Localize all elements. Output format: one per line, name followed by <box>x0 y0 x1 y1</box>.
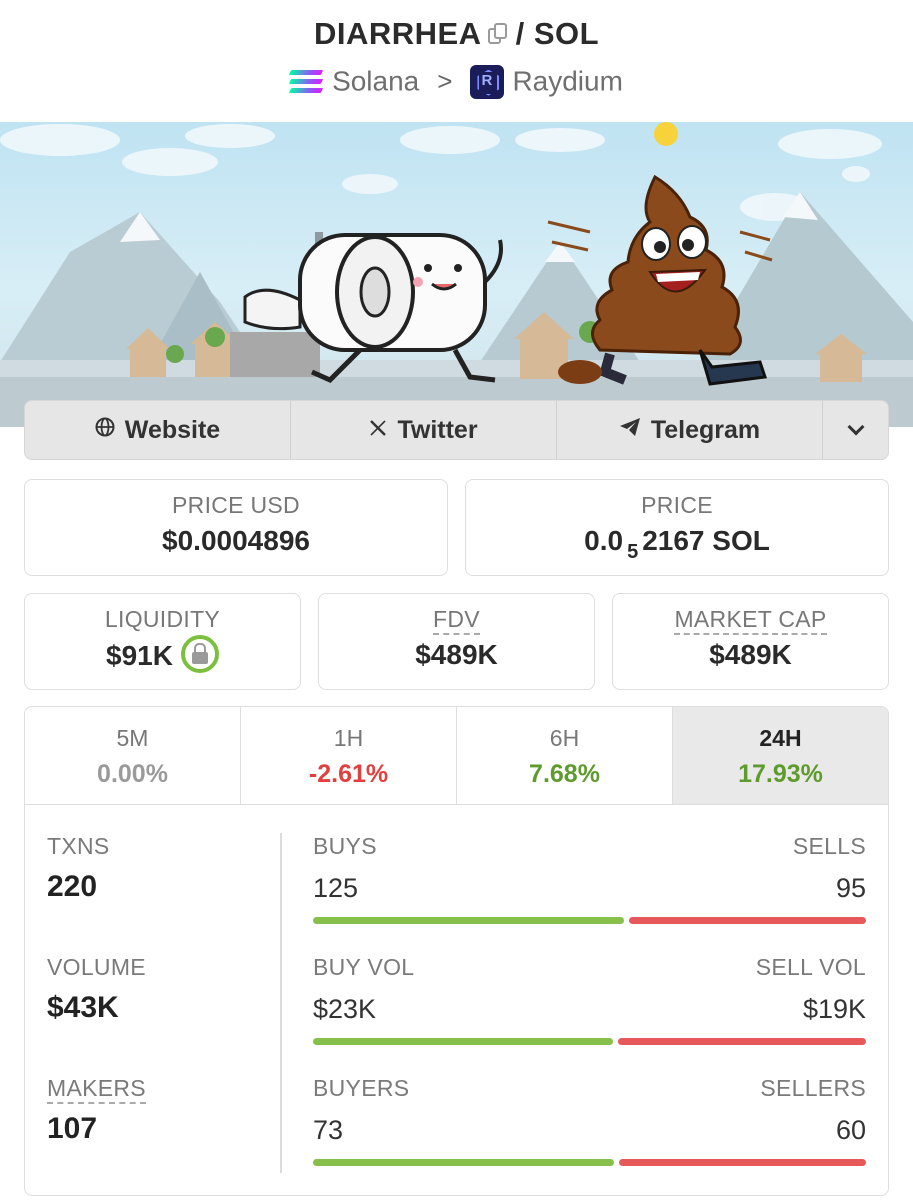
banner-illustration <box>0 122 913 427</box>
tab-5m[interactable]: 5M 0.00% <box>25 707 241 804</box>
telegram-label: Telegram <box>650 415 761 444</box>
volume-split-row: BUY VOL SELL VOL $23K $19K <box>313 954 866 1075</box>
sell-vol-value: $19K <box>802 994 866 1024</box>
timeframe-tabs: 5M 0.00% 1H -2.61% 6H 7.68% 24H 17.93% <box>25 707 888 805</box>
pair-title: DIARRHEA / SOL <box>0 16 913 52</box>
price-usd-card: PRICE USD $0.0004896 <box>24 479 448 576</box>
volume-ratio-bar <box>313 1038 866 1045</box>
chain-name[interactable]: Solana <box>332 66 419 97</box>
sells-label: SELLS <box>792 833 866 859</box>
trading-stats-panel: 5M 0.00% 1H -2.61% 6H 7.68% 24H 17.93% T… <box>24 706 889 1196</box>
volume-value: $43K <box>47 991 119 1024</box>
chevron-down-icon <box>847 418 864 436</box>
buys-bar <box>313 917 624 924</box>
volume-label: VOLUME <box>47 954 146 980</box>
token-symbol: DIARRHEA <box>313 16 482 51</box>
buy-vol-bar <box>313 1038 613 1045</box>
copy-icon[interactable] <box>487 23 508 45</box>
sellers-value: 60 <box>835 1115 866 1145</box>
tab-1h-change: -2.61% <box>308 760 389 788</box>
price-native-card: PRICE 0.0 5 2167 SOL <box>465 479 889 576</box>
fdv-value: $489K <box>415 639 498 670</box>
sellers-label: SELLERS <box>760 1075 866 1101</box>
breakdown-column: BUYS SELLS 125 95 BUY VOL SELL VOL $23K … <box>313 833 866 1195</box>
fdv-card: FDV $489K <box>318 593 595 690</box>
liquidity-label: LIQUIDITY <box>104 606 221 632</box>
twitter-label: Twitter <box>397 415 478 444</box>
buyers-label: BUYERS <box>313 1075 410 1101</box>
social-links-bar: Website Twitter Telegram <box>24 400 889 460</box>
makers-ratio-bar <box>313 1159 866 1166</box>
txns-label: TXNS <box>47 833 110 859</box>
fdv-label[interactable]: FDV <box>433 606 480 635</box>
twitter-button[interactable]: Twitter <box>291 401 557 459</box>
txns-metric: TXNS 220 <box>47 833 277 954</box>
makers-value: 107 <box>47 1112 98 1145</box>
raydium-logo-icon <box>470 64 505 99</box>
txns-value: 220 <box>47 870 98 903</box>
tab-6h-change: 7.68% <box>529 760 600 788</box>
token-banner-image <box>0 122 913 427</box>
dex-name[interactable]: Raydium <box>512 66 622 97</box>
buys-sells-ratio-bar <box>313 917 866 924</box>
makers-metric: MAKERS 107 <box>47 1075 277 1195</box>
sells-bar <box>629 917 866 924</box>
sells-value: 95 <box>835 873 866 903</box>
makers-label[interactable]: MAKERS <box>47 1075 146 1104</box>
pair-header: DIARRHEA / SOL Solana > Raydium <box>0 0 913 122</box>
tab-6h[interactable]: 6H 7.68% <box>457 707 673 804</box>
website-label: Website <box>124 415 221 444</box>
tab-5m-label: 5M <box>116 725 149 751</box>
totals-column: TXNS 220 VOLUME $43K MAKERS 107 <box>47 833 277 1195</box>
buys-sells-row: BUYS SELLS 125 95 <box>313 833 866 954</box>
price-native-digits: 2167 SOL <box>642 525 770 556</box>
buys-label: BUYS <box>313 833 377 859</box>
lock-icon[interactable] <box>180 635 219 673</box>
price-native-label: PRICE <box>641 492 713 518</box>
buy-vol-label: BUY VOL <box>313 954 415 980</box>
globe-icon <box>95 417 115 443</box>
telegram-plane-icon <box>619 417 641 443</box>
tab-5m-change: 0.00% <box>97 760 168 788</box>
tab-24h-label: 24H <box>759 725 802 751</box>
chevron-right-icon: > <box>437 66 453 97</box>
price-native-prefix: 0.0 <box>584 525 624 556</box>
pair-separator: / <box>515 16 525 51</box>
tab-24h[interactable]: 24H 17.93% <box>673 707 888 804</box>
liquidity-value: $91K <box>106 640 173 671</box>
solana-logo-icon <box>288 69 324 94</box>
price-native-zero-count: 5 <box>627 541 639 563</box>
buys-value: 125 <box>313 873 359 903</box>
price-native-value: 0.0 5 2167 SOL <box>466 525 888 563</box>
sellers-bar <box>619 1159 866 1166</box>
more-links-button[interactable] <box>823 401 888 459</box>
buyers-bar <box>313 1159 614 1166</box>
chain-breadcrumb: Solana > Raydium <box>0 64 913 99</box>
buyers-value: 73 <box>313 1115 344 1145</box>
tab-1h[interactable]: 1H -2.61% <box>241 707 457 804</box>
telegram-button[interactable]: Telegram <box>557 401 823 459</box>
tab-24h-change: 17.93% <box>738 760 823 788</box>
liquidity-card: LIQUIDITY $91K <box>24 593 301 690</box>
market-cap-value: $489K <box>709 639 792 670</box>
sell-vol-bar <box>618 1038 866 1045</box>
quote-symbol: SOL <box>533 16 600 51</box>
liquidity-value-row: $91K <box>25 635 300 673</box>
tab-1h-label: 1H <box>333 725 364 751</box>
column-divider <box>280 833 282 1173</box>
price-usd-label: PRICE USD <box>172 492 300 518</box>
makers-split-row: BUYERS SELLERS 73 60 <box>313 1075 866 1195</box>
tab-6h-label: 6H <box>549 725 580 751</box>
buy-vol-value: $23K <box>313 994 377 1024</box>
price-usd-value: $0.0004896 <box>162 525 310 556</box>
market-cap-label[interactable]: MARKET CAP <box>674 606 827 635</box>
x-logo-icon <box>369 417 387 443</box>
volume-metric: VOLUME $43K <box>47 954 277 1075</box>
website-button[interactable]: Website <box>25 401 291 459</box>
market-cap-card: MARKET CAP $489K <box>612 593 889 690</box>
sell-vol-label: SELL VOL <box>755 954 866 980</box>
